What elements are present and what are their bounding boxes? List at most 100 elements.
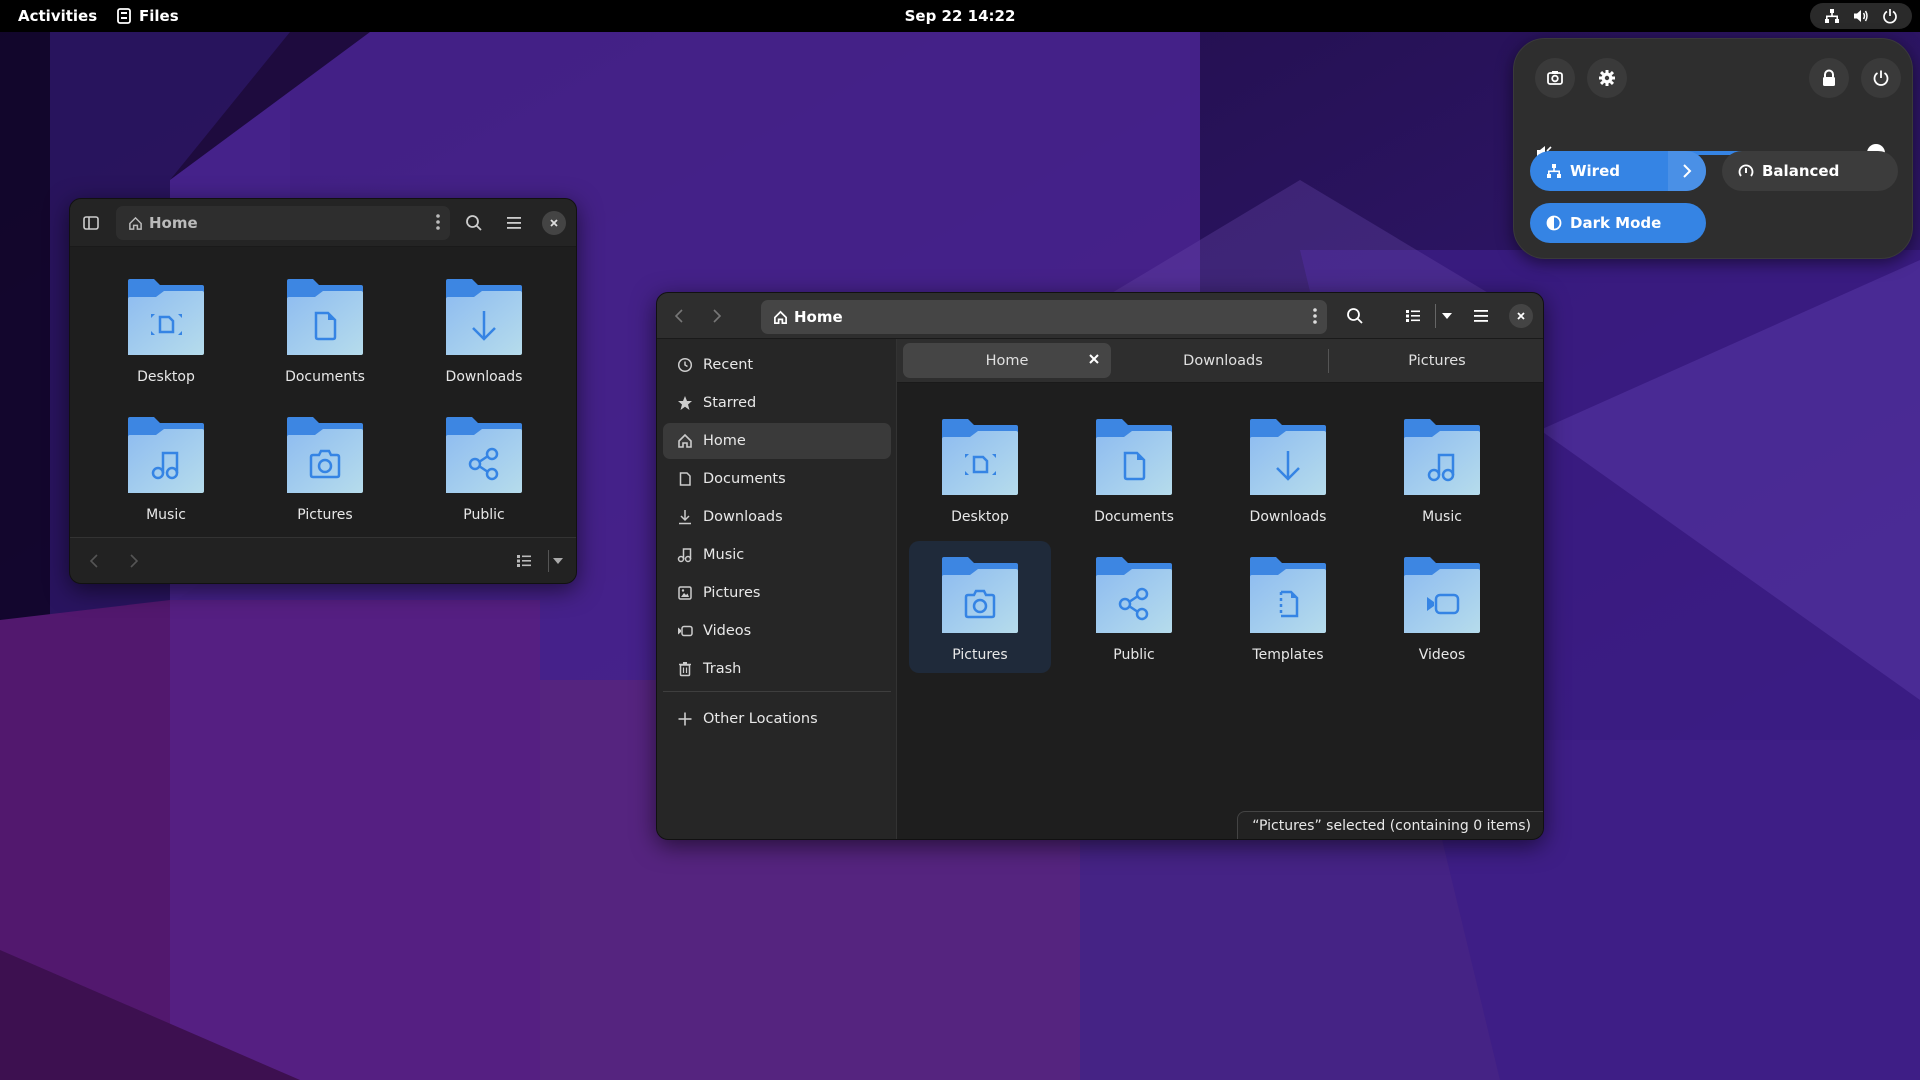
- app-menu-button[interactable]: Files: [117, 0, 179, 32]
- folder-item-public[interactable]: Public: [419, 415, 549, 523]
- sidebar-item-pictures[interactable]: Pictures: [663, 575, 891, 611]
- folder-item-documents[interactable]: Documents: [260, 277, 390, 385]
- folder-item-pictures[interactable]: Pictures: [260, 415, 390, 523]
- files-window-main: Home Recent Starred Home Documents Downl…: [656, 292, 1544, 840]
- close-tab-icon[interactable]: [1087, 352, 1101, 366]
- folder-label: Music: [1422, 509, 1462, 525]
- system-menu-button[interactable]: [1810, 3, 1912, 29]
- close-button[interactable]: [1509, 304, 1533, 328]
- wired-menu-button[interactable]: [1668, 151, 1706, 191]
- sidebar-toggle-button[interactable]: [75, 207, 107, 239]
- forward-button[interactable]: [118, 545, 150, 577]
- main-menu-button[interactable]: [498, 207, 530, 239]
- sidebar-item-label: Videos: [703, 623, 752, 639]
- camera-icon: [1546, 69, 1564, 87]
- search-button[interactable]: [1339, 300, 1371, 332]
- view-options-dropdown[interactable]: [542, 545, 574, 577]
- wired-toggle[interactable]: Wired: [1530, 151, 1706, 191]
- folder-item-pictures[interactable]: Pictures: [915, 555, 1045, 663]
- location-bar[interactable]: Home: [116, 206, 450, 240]
- home-icon: [677, 433, 693, 449]
- sidebar-item-other-locations[interactable]: Other Locations: [663, 701, 891, 737]
- location-label: Home: [794, 308, 843, 326]
- tab-pictures[interactable]: Pictures: [1333, 343, 1541, 378]
- wired-toggle-main[interactable]: Wired: [1530, 151, 1668, 191]
- tab-bar: Home Downloads Pictures: [897, 339, 1543, 383]
- folder-item-desktop[interactable]: Desktop: [915, 417, 1045, 525]
- screenshot-button[interactable]: [1535, 58, 1575, 98]
- folder-item-public[interactable]: Public: [1069, 555, 1199, 663]
- hamburger-menu-icon: [506, 216, 522, 230]
- sidebar-item-documents[interactable]: Documents: [663, 461, 891, 497]
- folder-desktop-icon: [940, 417, 1020, 501]
- files-window-small: Home Desktop Documents Downloads Music Pictu…: [69, 198, 577, 584]
- top-bar: Activities Files Sep 22 14:22: [0, 0, 1920, 32]
- back-button[interactable]: [663, 300, 695, 332]
- folder-item-templates[interactable]: Templates: [1223, 555, 1353, 663]
- folder-music-icon: [126, 415, 206, 499]
- dark-mode-icon: [1546, 215, 1562, 231]
- view-mode-button[interactable]: [508, 545, 540, 577]
- sidebar-item-label: Trash: [703, 661, 742, 677]
- folder-item-music[interactable]: Music: [1377, 417, 1507, 525]
- more-options-icon[interactable]: [436, 213, 440, 231]
- sidebar-icon: [83, 216, 99, 230]
- music-icon: [677, 547, 693, 563]
- folder-desktop-icon: [126, 277, 206, 361]
- video-icon: [677, 623, 693, 639]
- view-mode-button[interactable]: [1397, 300, 1429, 332]
- sidebar-item-music[interactable]: Music: [663, 537, 891, 573]
- folder-camera-icon: [285, 415, 365, 499]
- lock-icon: [1821, 69, 1837, 87]
- search-button[interactable]: [458, 207, 490, 239]
- folder-item-downloads[interactable]: Downloads: [419, 277, 549, 385]
- tab-label: Pictures: [1408, 352, 1466, 369]
- close-icon: [549, 218, 559, 228]
- folder-label: Desktop: [951, 509, 1009, 525]
- document-icon: [677, 471, 693, 487]
- close-button[interactable]: [542, 211, 566, 235]
- main-menu-button[interactable]: [1465, 300, 1497, 332]
- plus-icon: [677, 711, 693, 727]
- sidebar-item-downloads[interactable]: Downloads: [663, 499, 891, 535]
- sidebar-item-videos[interactable]: Videos: [663, 613, 891, 649]
- folder-label: Downloads: [1249, 509, 1327, 525]
- sidebar-item-label: Music: [703, 547, 745, 563]
- sidebar-item-home[interactable]: Home: [663, 423, 891, 459]
- folder-label: Music: [146, 507, 186, 523]
- star-icon: [677, 395, 693, 411]
- view-options-dropdown[interactable]: [1431, 300, 1463, 332]
- power-mode-toggle[interactable]: Balanced: [1722, 151, 1898, 191]
- sidebar-item-starred[interactable]: Starred: [663, 385, 891, 421]
- activities-button[interactable]: Activities: [18, 0, 97, 32]
- places-sidebar: Recent Starred Home Documents Downloads …: [657, 339, 897, 839]
- chevron-right-icon: [1682, 164, 1692, 178]
- lock-button[interactable]: [1809, 58, 1849, 98]
- clock[interactable]: Sep 22 14:22: [905, 7, 1016, 25]
- sidebar-item-trash[interactable]: Trash: [663, 651, 891, 687]
- chevron-right-icon: [129, 553, 139, 569]
- selection-status: “Pictures” selected (containing 0 items): [1252, 817, 1531, 834]
- folder-label: Public: [1113, 647, 1155, 663]
- more-options-icon[interactable]: [1313, 307, 1317, 325]
- folder-item-downloads[interactable]: Downloads: [1223, 417, 1353, 525]
- settings-button[interactable]: [1587, 58, 1627, 98]
- folder-label: Documents: [285, 369, 365, 385]
- folder-item-desktop[interactable]: Desktop: [101, 277, 231, 385]
- footer-bar: [70, 537, 576, 583]
- sidebar-item-recent[interactable]: Recent: [663, 347, 891, 383]
- folder-item-videos[interactable]: Videos: [1377, 555, 1507, 663]
- tab-home[interactable]: Home: [903, 343, 1111, 378]
- location-bar[interactable]: Home: [761, 300, 1327, 334]
- folder-document-icon: [285, 277, 365, 361]
- dark-mode-toggle[interactable]: Dark Mode: [1530, 203, 1706, 243]
- trash-icon: [677, 661, 693, 677]
- tab-downloads[interactable]: Downloads: [1119, 343, 1327, 378]
- caret-down-icon: [552, 557, 564, 565]
- folder-item-documents[interactable]: Documents: [1069, 417, 1199, 525]
- folder-item-music[interactable]: Music: [101, 415, 231, 523]
- power-off-button[interactable]: [1861, 58, 1901, 98]
- folder-label: Templates: [1252, 647, 1324, 663]
- back-button[interactable]: [78, 545, 110, 577]
- forward-button[interactable]: [701, 300, 733, 332]
